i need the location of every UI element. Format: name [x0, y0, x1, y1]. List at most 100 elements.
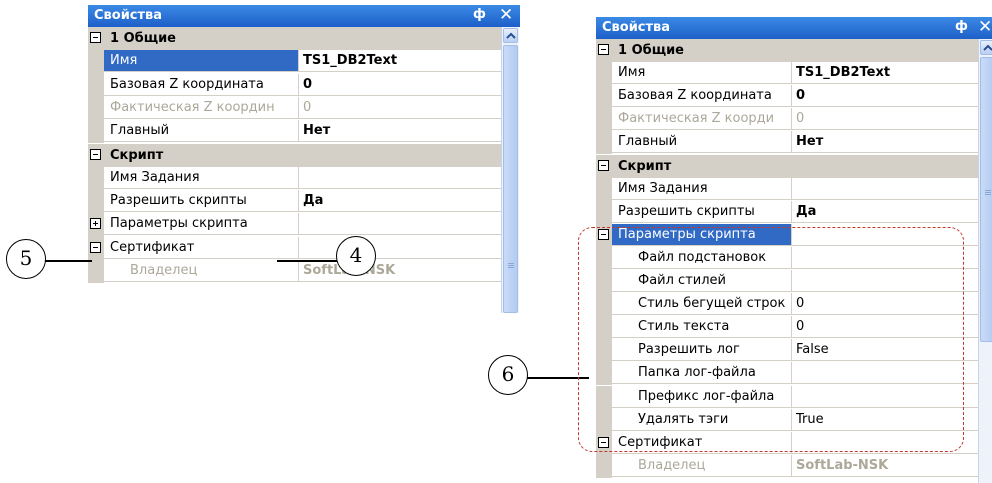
panel-title: Свойства — [602, 20, 671, 35]
property-name[interactable]: Сертификат — [104, 236, 299, 259]
property-value[interactable] — [792, 178, 978, 200]
close-icon[interactable]: ✕ — [978, 17, 992, 37]
property-value[interactable] — [299, 213, 501, 236]
property-row[interactable]: ВладелецSoftLab-NSK — [88, 260, 501, 284]
category-row[interactable]: Скрипт — [596, 154, 978, 178]
property-row[interactable]: ВладелецSoftLab-NSK — [596, 454, 978, 478]
property-value[interactable]: Нет — [792, 131, 978, 154]
property-name[interactable]: Имя — [104, 50, 299, 73]
row-gutter — [596, 62, 612, 86]
category-header[interactable]: Скрипт — [596, 154, 978, 178]
property-value[interactable]: 0 — [299, 97, 501, 119]
property-value[interactable]: 0 — [792, 85, 978, 108]
property-name[interactable]: Главный — [104, 120, 299, 143]
property-value[interactable]: TS1_DB2Text — [792, 62, 978, 85]
collapse-icon[interactable] — [90, 32, 101, 43]
grip-line — [508, 265, 514, 266]
collapse-icon[interactable] — [598, 159, 609, 171]
property-name[interactable]: Имя Задания — [104, 166, 299, 189]
row-gutter — [596, 85, 612, 109]
property-row[interactable]: Главный Нет — [596, 131, 978, 155]
collapse-icon[interactable] — [90, 241, 101, 253]
property-value[interactable] — [299, 167, 501, 189]
property-row[interactable]: Базовая Z координата 0 — [596, 85, 978, 109]
property-row[interactable]: Фактическая Z координ 0 — [88, 96, 501, 121]
property-value[interactable]: Нет — [299, 120, 501, 143]
category-header[interactable]: Скрипт — [88, 143, 501, 167]
grip-icon — [985, 190, 991, 191]
properties-panel-left: Свойства ф ✕ 1 Общие Имя TS1_DB2Text Базова… — [88, 5, 520, 313]
scroll-thumb[interactable] — [980, 57, 992, 342]
property-value[interactable] — [299, 237, 501, 259]
property-row[interactable]: Разрешить скрипты Да — [596, 200, 978, 224]
property-name[interactable]: Разрешить скрипты — [612, 200, 792, 223]
category-label: Скрипт — [618, 158, 672, 174]
row-gutter — [596, 108, 612, 132]
panel-titlebar: Свойства ф ✕ — [596, 17, 992, 39]
property-value[interactable]: 0 — [299, 74, 501, 96]
property-value[interactable]: TS1_DB2Text — [299, 50, 501, 73]
property-name[interactable]: Имя Задания — [612, 177, 792, 200]
close-icon[interactable]: ✕ — [499, 5, 513, 25]
property-value[interactable]: Да — [792, 201, 978, 223]
scroll-up-button[interactable] — [503, 28, 518, 43]
category-header[interactable]: 1 Общие — [88, 27, 501, 51]
category-header[interactable]: 1 Общие — [596, 39, 978, 63]
property-name[interactable]: Главный — [612, 131, 792, 154]
row-gutter — [88, 73, 104, 97]
collapse-icon[interactable] — [598, 44, 609, 55]
pin-icon[interactable]: ф — [473, 7, 486, 22]
collapse-icon[interactable] — [90, 148, 101, 160]
category-label: 1 Общие — [618, 43, 684, 58]
property-row[interactable]: Имя TS1_DB2Text — [596, 62, 978, 86]
scroll-thumb[interactable] — [503, 45, 518, 313]
category-row[interactable]: Скрипт — [88, 143, 501, 167]
chevron-up-icon — [983, 44, 992, 51]
property-name[interactable]: Владелец — [612, 454, 792, 477]
grip-line — [985, 192, 991, 193]
property-name[interactable]: Имя — [612, 62, 792, 85]
property-row[interactable]: Имя Задания — [88, 166, 501, 191]
property-name[interactable]: Параметры скрипта — [104, 213, 299, 236]
property-row[interactable]: Фактическая Z коорди 0 — [596, 108, 978, 132]
expand-icon[interactable] — [90, 218, 101, 230]
property-row[interactable]: Базовая Z координата 0 — [88, 73, 501, 97]
property-value[interactable]: SoftLab-NSK — [792, 455, 978, 477]
property-row[interactable]: Разрешить скрипты Да — [88, 190, 501, 214]
property-name[interactable]: Базовая Z координата — [612, 85, 792, 108]
property-row[interactable]: Параметры скрипта — [88, 213, 501, 237]
callout-5: 5 — [6, 239, 46, 279]
callout-5-leader — [40, 260, 92, 262]
property-name[interactable]: Владелец — [104, 260, 299, 282]
row-gutter — [88, 120, 104, 144]
vertical-scrollbar[interactable] — [501, 27, 519, 313]
row-gutter — [88, 190, 104, 214]
row-gutter — [596, 177, 612, 201]
property-value[interactable]: 0 — [792, 108, 978, 131]
scroll-up-button[interactable] — [980, 40, 992, 55]
property-name[interactable]: Разрешить скрипты — [104, 190, 299, 213]
vertical-scrollbar[interactable] — [978, 39, 992, 483]
property-name[interactable]: Фактическая Z коорди — [612, 108, 792, 131]
row-gutter — [596, 200, 612, 224]
property-row[interactable]: Имя TS1_DB2Text — [88, 50, 501, 74]
property-row[interactable]: Имя Задания — [596, 177, 978, 201]
property-name[interactable]: Базовая Z координата — [104, 73, 299, 96]
pin-icon[interactable]: ф — [955, 19, 968, 34]
property-row[interactable]: Главный Нет — [88, 120, 501, 144]
property-value[interactable]: Да — [299, 190, 501, 213]
property-name[interactable]: Фактическая Z координ — [104, 96, 299, 119]
row-gutter — [596, 454, 612, 478]
category-row[interactable]: 1 Общие — [596, 39, 978, 63]
category-label: 1 Общие — [110, 31, 176, 46]
grip-line — [508, 267, 514, 268]
category-label: Скрипт — [110, 147, 164, 163]
property-row[interactable]: Сертификат — [88, 236, 501, 260]
grip-icon — [508, 263, 514, 264]
chevron-up-icon — [506, 32, 516, 39]
property-value[interactable]: SoftLab-NSK — [299, 260, 501, 282]
panel-title: Свойства — [94, 8, 163, 23]
row-gutter — [88, 50, 104, 74]
category-row[interactable]: 1 Общие — [88, 27, 501, 51]
callout-4: 4 — [336, 236, 376, 276]
